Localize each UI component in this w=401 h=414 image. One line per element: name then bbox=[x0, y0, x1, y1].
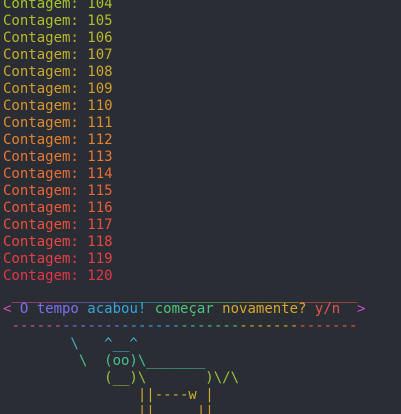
count-line: Contagem: 118 bbox=[3, 234, 113, 250]
cow-art-line: ||----w | bbox=[3, 387, 214, 403]
bubble-text-segment: > bbox=[357, 301, 366, 317]
count-line: Contagem: 119 bbox=[3, 251, 113, 267]
cow-art-line: || || bbox=[3, 404, 214, 414]
cow-art-line: \ (oo)\_______ bbox=[3, 353, 206, 369]
count-line: Contagem: 113 bbox=[3, 149, 113, 165]
bubble-text-segment: começar bbox=[154, 301, 223, 317]
bubble-text-segment: novamente? bbox=[222, 301, 315, 317]
cow-art-line: (__)\ )\/\ bbox=[3, 370, 240, 386]
count-line: Contagem: 104 bbox=[3, 0, 113, 12]
count-line: Contagem: 112 bbox=[3, 132, 113, 148]
count-line: Contagem: 111 bbox=[3, 115, 113, 131]
count-line: Contagem: 108 bbox=[3, 64, 113, 80]
speech-bubble-bottom-border: ----------------------------------------… bbox=[11, 318, 358, 334]
count-line: Contagem: 109 bbox=[3, 81, 113, 97]
speech-bubble-message: < O tempo acabou! começar novamente? y/n… bbox=[3, 301, 365, 318]
count-line: Contagem: 114 bbox=[3, 166, 113, 182]
count-line: Contagem: 120 bbox=[3, 268, 113, 284]
bubble-text-segment: O tempo bbox=[19, 301, 88, 317]
count-line: Contagem: 117 bbox=[3, 217, 113, 233]
count-line: Contagem: 107 bbox=[3, 47, 113, 63]
count-line: Contagem: 116 bbox=[3, 200, 113, 216]
count-line: Contagem: 115 bbox=[3, 183, 113, 199]
bubble-text-segment: acabou! bbox=[87, 301, 155, 317]
bubble-text-segment: < bbox=[3, 301, 20, 317]
cow-art-line: \ ^__^ bbox=[3, 336, 138, 352]
count-line: Contagem: 106 bbox=[3, 30, 113, 46]
bubble-text-segment: y/n bbox=[314, 301, 358, 317]
count-line: Contagem: 105 bbox=[3, 13, 113, 29]
terminal-window[interactable]: Contagem: 104 Contagem: 105 Contagem: 106 C… bbox=[0, 0, 401, 414]
count-line: Contagem: 110 bbox=[3, 98, 113, 114]
